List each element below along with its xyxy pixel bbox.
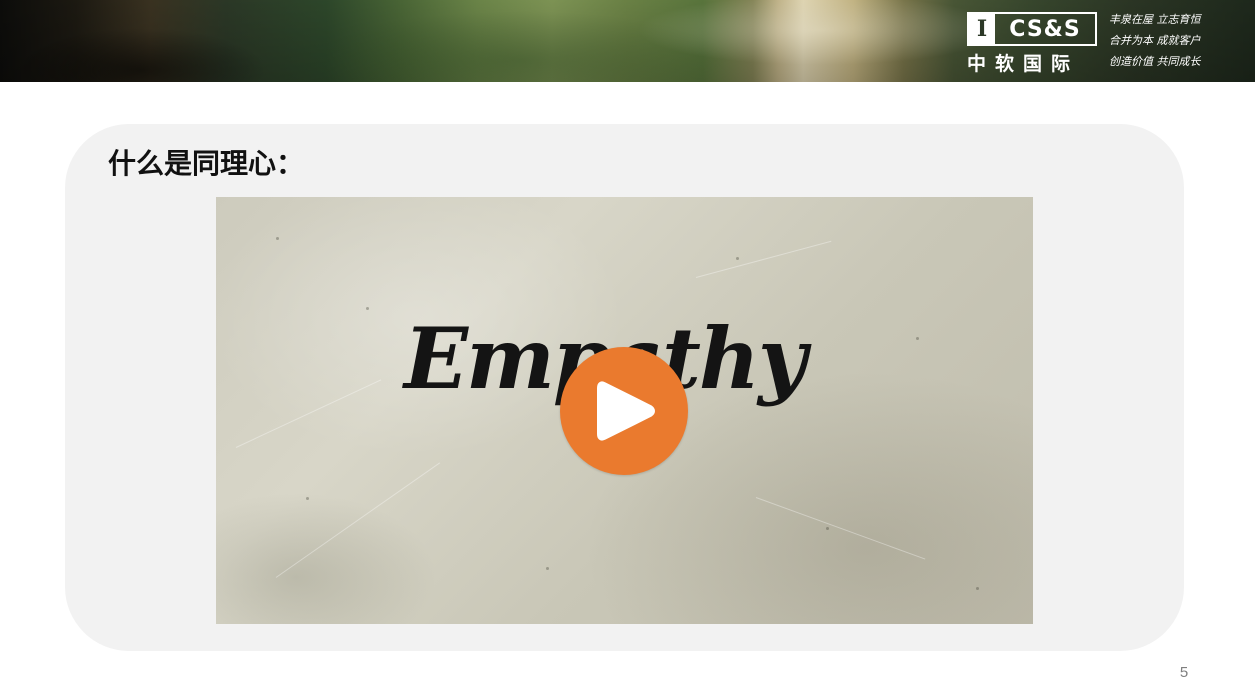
play-icon bbox=[597, 381, 655, 441]
header-banner: I CS&S 中软国际 丰泉在屋 立志育恒 合并为本 成就客户 创造价值 共同成… bbox=[0, 0, 1255, 82]
video-player[interactable]: Empathy bbox=[216, 197, 1033, 624]
logo-name-en: CS&S bbox=[1009, 16, 1081, 42]
texture-scratch bbox=[695, 240, 832, 278]
play-button[interactable] bbox=[560, 347, 688, 475]
texture-scratch bbox=[275, 462, 441, 578]
motto-line: 合并为本 成就客户 bbox=[1109, 34, 1201, 47]
texture-speck bbox=[826, 527, 829, 530]
texture-speck bbox=[366, 307, 369, 310]
company-motto: 丰泉在屋 立志育恒 合并为本 成就客户 创造价值 共同成长 bbox=[1109, 9, 1239, 72]
logo-name-cn: 中软国际 bbox=[967, 53, 1080, 75]
motto-line: 丰泉在屋 立志育恒 bbox=[1109, 13, 1201, 26]
slide-title: 什么是同理心： bbox=[108, 147, 305, 180]
texture-scratch bbox=[235, 379, 382, 448]
logo-mark: I bbox=[969, 14, 995, 44]
texture-speck bbox=[276, 237, 279, 240]
texture-speck bbox=[976, 587, 979, 590]
texture-speck bbox=[916, 337, 919, 340]
company-logo: I CS&S 中软国际 bbox=[967, 12, 1099, 75]
texture-speck bbox=[546, 567, 549, 570]
texture-speck bbox=[306, 497, 309, 500]
texture-speck bbox=[736, 257, 739, 260]
motto-line: 创造价值 共同成长 bbox=[1109, 55, 1201, 68]
page-number: 5 bbox=[1179, 664, 1189, 681]
logo-box: I CS&S bbox=[967, 12, 1097, 46]
texture-scratch bbox=[755, 497, 926, 560]
